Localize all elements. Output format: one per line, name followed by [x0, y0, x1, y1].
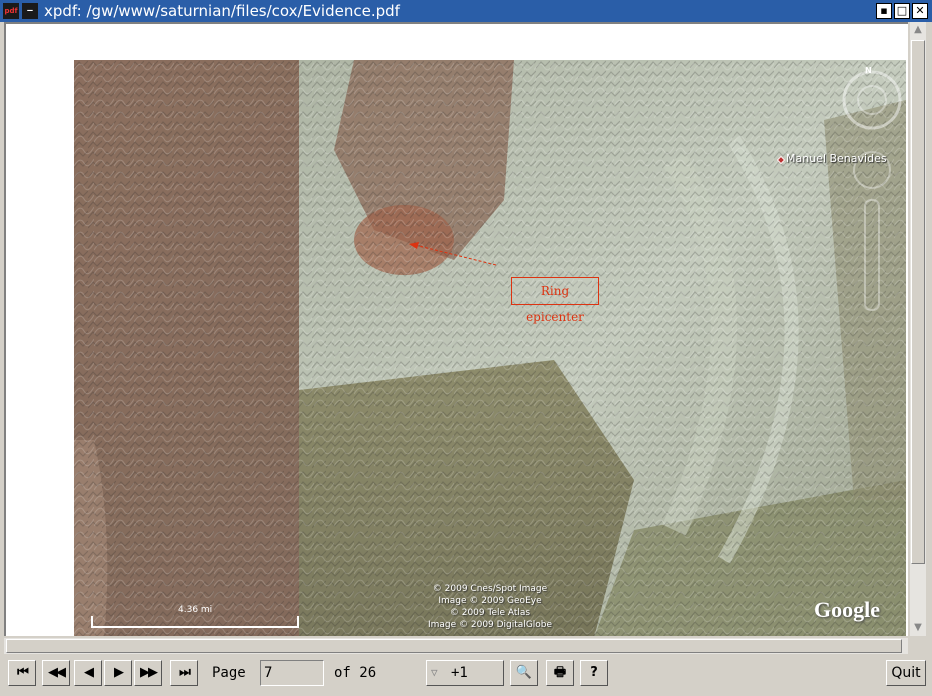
- print-button[interactable]: 🖶: [546, 660, 574, 686]
- page-label: Page: [212, 665, 246, 681]
- next-page-button[interactable]: ▶: [104, 660, 132, 686]
- dropdown-arrow-icon: ▽: [431, 666, 438, 679]
- minimize-button[interactable]: ▪: [876, 3, 892, 19]
- find-binoculars-button[interactable]: 🔍: [510, 660, 538, 686]
- town-label: Manuel Benavides: [786, 152, 887, 165]
- scale-label: 4.36 mi: [178, 605, 213, 615]
- title-bar[interactable]: pdf — xpdf: /gw/www/saturnian/files/cox/…: [0, 0, 932, 22]
- page-count-label: of 26: [334, 665, 377, 681]
- first-page-button[interactable]: ⏮: [8, 660, 36, 686]
- zoom-select[interactable]: ▽ +1: [426, 660, 504, 686]
- window-title: xpdf: /gw/www/saturnian/files/cox/Eviden…: [44, 2, 400, 20]
- horizontal-scrollbar[interactable]: [4, 638, 908, 654]
- scroll-down-arrow-icon[interactable]: ▼: [910, 620, 926, 636]
- zoom-value: +1: [451, 665, 468, 681]
- scroll-up-arrow-icon[interactable]: ▲: [910, 22, 926, 38]
- vertical-scroll-thumb[interactable]: [911, 40, 925, 564]
- maximize-button[interactable]: □: [894, 3, 910, 19]
- xpdf-window: pdf — xpdf: /gw/www/saturnian/files/cox/…: [0, 0, 932, 696]
- scale-bar: [91, 616, 299, 628]
- ring-epicenter-caption: Ring epicenter: [511, 277, 599, 324]
- previous-page-button[interactable]: ◀: [74, 660, 102, 686]
- image-credit-1: © 2009 Cnes/Spot Image: [432, 584, 548, 594]
- document-viewport[interactable]: Ring epicenter Manuel Benavides N © 2009…: [4, 22, 908, 636]
- terrain-graphic: [74, 60, 906, 636]
- compass-north-label: N: [865, 66, 872, 75]
- back-ten-pages-button[interactable]: ◀◀: [42, 660, 70, 686]
- last-page-button[interactable]: ⏭: [170, 660, 198, 686]
- forward-ten-pages-button[interactable]: ▶▶: [134, 660, 162, 686]
- pdf-app-icon[interactable]: pdf: [3, 3, 19, 19]
- close-button[interactable]: ✕: [912, 3, 928, 19]
- satellite-map-image: Ring epicenter Manuel Benavides N © 2009…: [74, 60, 906, 636]
- horizontal-scroll-thumb[interactable]: [6, 639, 902, 653]
- vertical-scrollbar[interactable]: ▲ ▼: [910, 22, 926, 636]
- toolbar: ⏮ ◀◀ ◀ ▶ ▶▶ ⏭ Page 7 of 26 ▽ +1 🔍 🖶 ? Qu…: [0, 656, 932, 696]
- quit-button[interactable]: Quit: [886, 660, 926, 686]
- help-button[interactable]: ?: [580, 660, 608, 686]
- window-menu-icon[interactable]: —: [22, 3, 38, 19]
- google-logo: Google: [814, 597, 880, 622]
- page-number-input[interactable]: 7: [260, 660, 324, 686]
